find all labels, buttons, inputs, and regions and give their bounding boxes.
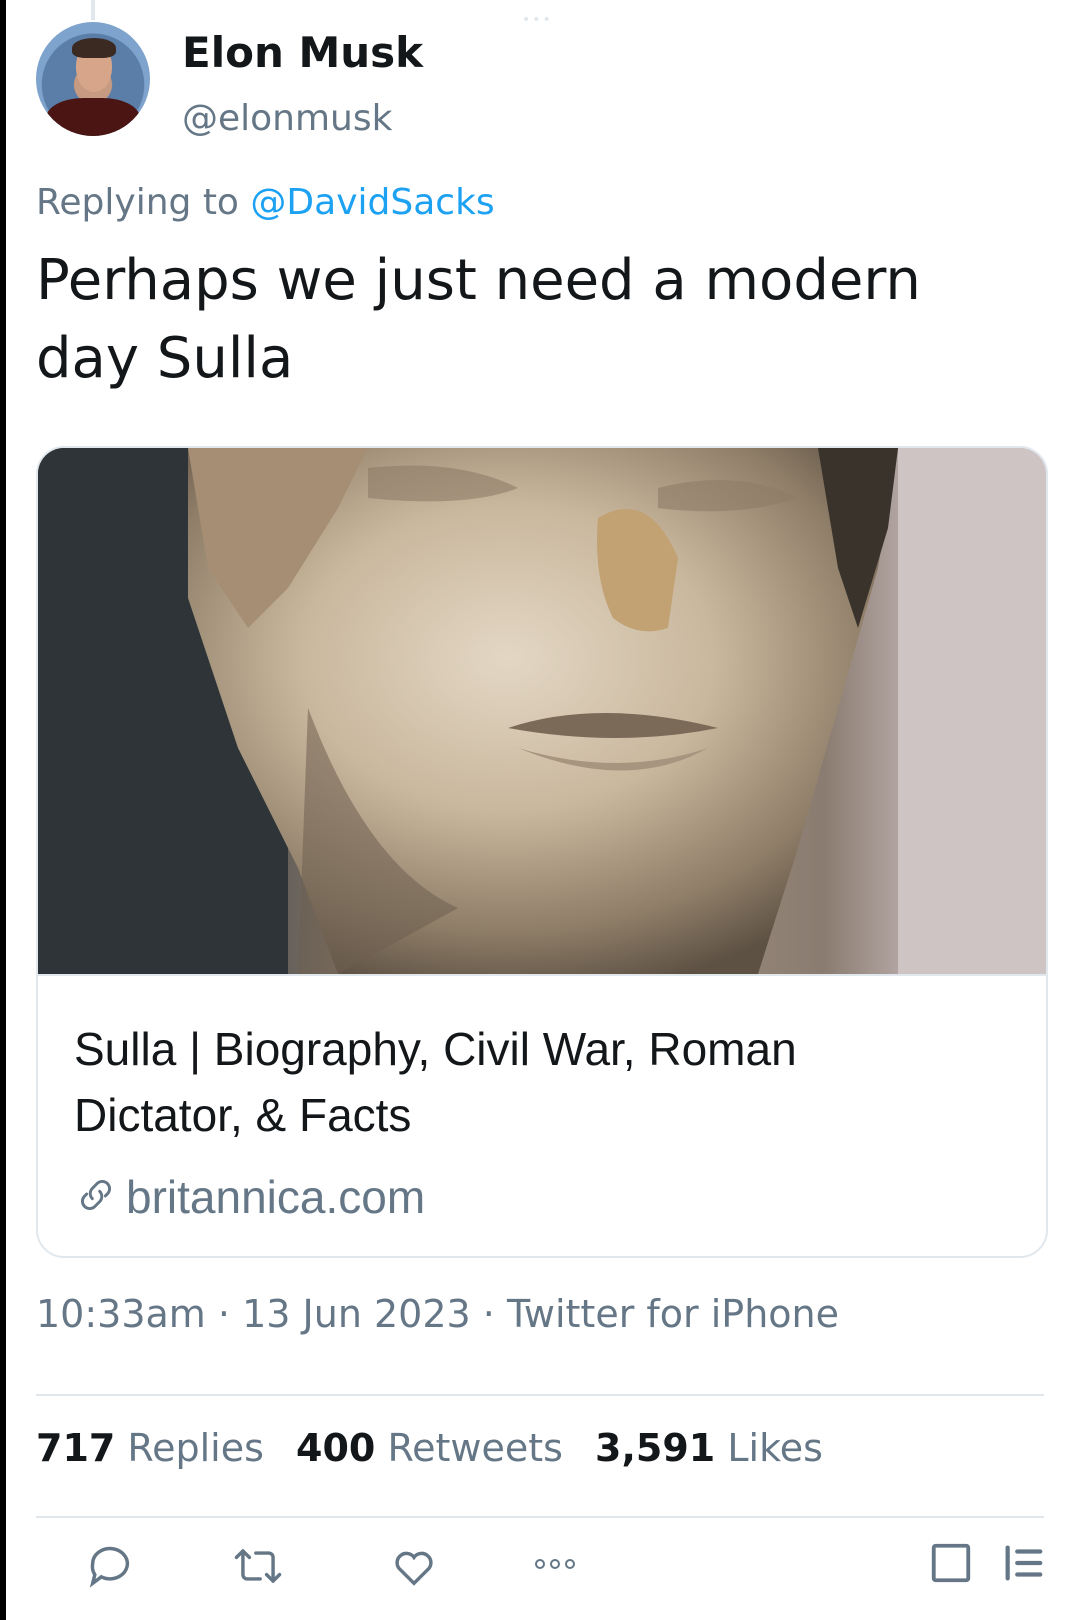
more-icon[interactable] bbox=[532, 1554, 578, 1578]
meta-separator: · bbox=[482, 1292, 495, 1336]
tweet-text: Perhaps we just need a modern day Sulla bbox=[36, 248, 921, 391]
share-icon[interactable] bbox=[928, 1540, 974, 1590]
replies-label: Replies bbox=[127, 1426, 264, 1470]
card-title[interactable]: Sulla | Biography, Civil War, Roman Dict… bbox=[74, 1016, 974, 1148]
tweet-time[interactable]: 10:33am bbox=[36, 1292, 206, 1336]
marble-bust-image[interactable] bbox=[38, 448, 1046, 974]
replying-prefix: Replying to bbox=[36, 182, 239, 223]
replying-to-line: Replying to @DavidSacks bbox=[36, 182, 495, 223]
thread-more-dots: ••• bbox=[522, 12, 553, 28]
card-domain[interactable]: britannica.com bbox=[74, 1170, 425, 1228]
tweet-meta: 10:33am · 13 Jun 2023 · Twitter for iPho… bbox=[36, 1292, 839, 1336]
avatar[interactable] bbox=[36, 22, 150, 136]
replies-count: 717 bbox=[36, 1426, 116, 1470]
link-icon bbox=[74, 1173, 118, 1228]
tweet-date[interactable]: 13 Jun 2023 bbox=[242, 1292, 471, 1336]
author-name[interactable]: Elon Musk bbox=[182, 28, 423, 77]
retweets-count: 400 bbox=[296, 1426, 376, 1470]
reply-icon[interactable] bbox=[84, 1540, 136, 1596]
avatar-hair bbox=[72, 38, 116, 58]
like-icon[interactable] bbox=[388, 1540, 440, 1596]
meta-separator: · bbox=[217, 1292, 230, 1336]
thread-connector-line bbox=[91, 0, 95, 20]
likes-count: 3,591 bbox=[595, 1426, 716, 1470]
reply-mention-link[interactable]: @DavidSacks bbox=[250, 182, 494, 223]
retweets-stat[interactable]: 400 Retweets bbox=[296, 1426, 563, 1470]
engagement-stats: 717 Replies 400 Retweets 3,591 Likes bbox=[36, 1426, 843, 1470]
card-divider bbox=[38, 974, 1046, 976]
link-card[interactable]: Sulla | Biography, Civil War, Roman Dict… bbox=[36, 446, 1048, 1258]
card-domain-text: britannica.com bbox=[126, 1171, 426, 1223]
retweet-icon[interactable] bbox=[230, 1540, 286, 1596]
retweets-label: Retweets bbox=[387, 1426, 563, 1470]
stats-top-divider bbox=[36, 1394, 1044, 1396]
likes-stat[interactable]: 3,591 Likes bbox=[595, 1426, 823, 1470]
likes-label: Likes bbox=[727, 1426, 823, 1470]
replies-stat[interactable]: 717 Replies bbox=[36, 1426, 264, 1470]
actions-top-divider bbox=[36, 1516, 1044, 1518]
window-edge bbox=[0, 0, 6, 1620]
avatar-shirt bbox=[46, 98, 140, 136]
author-handle[interactable]: @elonmusk bbox=[182, 98, 392, 139]
tweet-source[interactable]: Twitter for iPhone bbox=[507, 1292, 839, 1336]
action-bar bbox=[0, 1540, 1074, 1600]
menu-icon[interactable] bbox=[1000, 1540, 1046, 1590]
